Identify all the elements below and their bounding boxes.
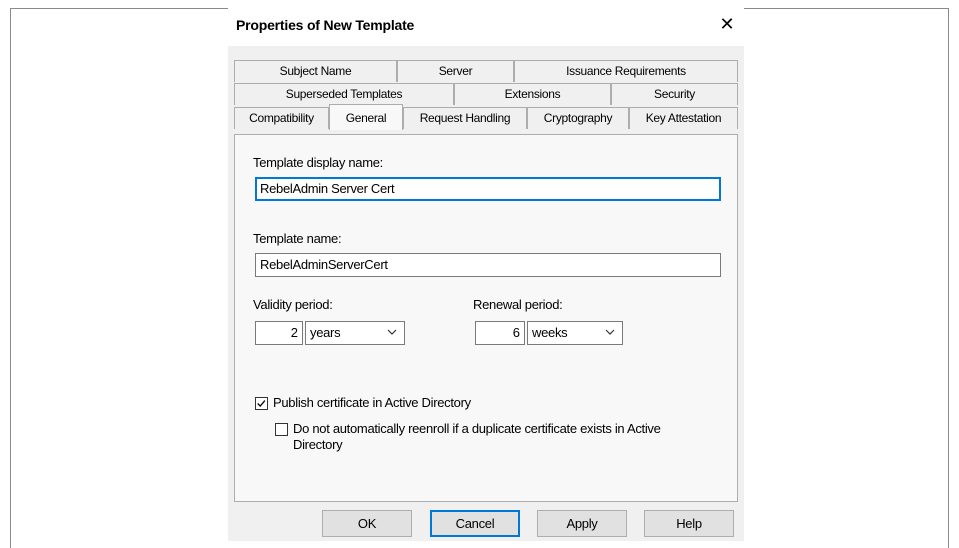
tab-row-1: Subject Name Server Issuance Requirement… [234, 60, 738, 82]
template-name-label: Template name: [253, 231, 342, 246]
apply-button[interactable]: Apply [537, 510, 627, 537]
tab-row-2: Superseded Templates Extensions Security [234, 83, 738, 105]
validity-unit-select[interactable]: years [305, 321, 405, 345]
tab-server[interactable]: Server [397, 60, 514, 82]
tab-compatibility[interactable]: Compatibility [234, 107, 329, 129]
checkmark-icon [257, 400, 266, 407]
validity-period-number[interactable]: 2 [255, 321, 303, 345]
general-tab-panel: Template display name: RebelAdmin Server… [234, 134, 738, 502]
tab-extensions[interactable]: Extensions [454, 83, 611, 105]
tab-key-attestation[interactable]: Key Attestation [629, 107, 738, 129]
do-not-reenroll-checkbox[interactable] [275, 423, 288, 436]
template-name-field[interactable]: RebelAdminServerCert [255, 253, 721, 277]
chevron-down-icon [605, 329, 615, 335]
template-display-name-field[interactable]: RebelAdmin Server Cert [255, 177, 721, 201]
publish-in-ad-checkbox[interactable] [255, 397, 268, 410]
renewal-period-label: Renewal period: [473, 297, 563, 312]
tab-security[interactable]: Security [611, 83, 738, 105]
chevron-down-icon [387, 329, 397, 335]
display-name-label: Template display name: [253, 155, 383, 170]
renewal-unit-value: weeks [532, 325, 568, 340]
tab-cryptography[interactable]: Cryptography [527, 107, 629, 129]
publish-in-ad-label: Publish certificate in Active Directory [273, 395, 471, 410]
close-icon[interactable]: ✕ [716, 12, 738, 36]
tab-request-handling[interactable]: Request Handling [403, 107, 527, 129]
tab-issuance-requirements[interactable]: Issuance Requirements [514, 60, 738, 82]
tab-general[interactable]: General [329, 104, 403, 130]
do-not-reenroll-label-line1: Do not automatically reenroll if a dupli… [293, 421, 661, 436]
tab-row-3: Compatibility General Request Handling C… [234, 104, 738, 130]
help-button[interactable]: Help [644, 510, 734, 537]
cancel-button[interactable]: Cancel [430, 510, 520, 537]
tab-superseded-templates[interactable]: Superseded Templates [234, 83, 454, 105]
ok-button[interactable]: OK [322, 510, 412, 537]
do-not-reenroll-label-line2: Directory [293, 437, 343, 452]
validity-period-label: Validity period: [253, 297, 333, 312]
properties-dialog: Properties of New Template ✕ Subject Nam… [228, 8, 744, 541]
validity-unit-value: years [310, 325, 341, 340]
dialog-title: Properties of New Template [236, 17, 415, 33]
title-bar: Properties of New Template ✕ [228, 8, 744, 46]
renewal-period-number[interactable]: 6 [475, 321, 525, 345]
renewal-unit-select[interactable]: weeks [527, 321, 623, 345]
tab-subject-name[interactable]: Subject Name [234, 60, 397, 82]
